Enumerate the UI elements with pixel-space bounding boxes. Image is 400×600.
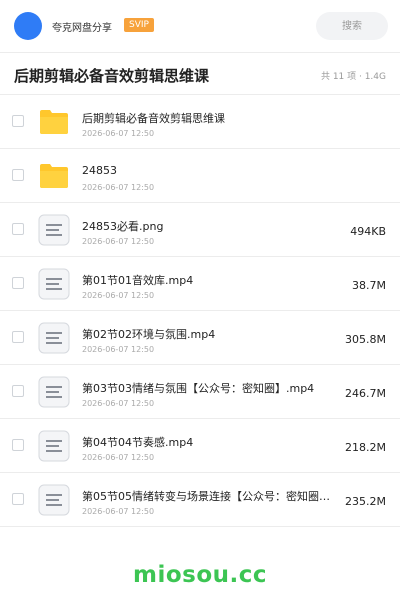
file-row[interactable]: 第04节04节奏感.mp4 2026-06-07 12:50 218.2M (0, 419, 400, 473)
file-name: 第02节02环境与氛围.mp4 (82, 328, 216, 341)
file-icon (38, 376, 70, 408)
file-row[interactable]: 24853 2026-06-07 12:50 (0, 149, 400, 203)
folder-icon (38, 160, 70, 192)
file-size: 494KB (350, 225, 386, 238)
file-icon (38, 214, 70, 246)
sharer-name: 夸克网盘分享 (52, 23, 112, 34)
file-size: 246.7M (345, 387, 386, 400)
file-icon (38, 430, 70, 462)
row-checkbox[interactable] (12, 493, 24, 505)
file-name: 第03节03情绪与氛围【公众号：密知圈】.mp4 (82, 382, 315, 395)
file-name: 24853必看.png (82, 220, 164, 233)
file-row[interactable]: 后期剪辑必备音效剪辑思维课 2026-06-07 12:50 (0, 95, 400, 149)
file-name: 第05节05情绪转变与场景连接【公众号：密知圈】.mp4 (82, 490, 332, 503)
file-size: 38.7M (352, 279, 386, 292)
file-date: 2026-06-07 12:50 (82, 183, 155, 192)
file-date: 2026-06-07 12:50 (82, 399, 155, 408)
file-size: 218.2M (345, 441, 386, 454)
watermark-text: miosou.cc (132, 562, 268, 588)
svip-badge: SVIP (124, 18, 154, 32)
file-row[interactable]: 第01节01音效库.mp4 2026-06-07 12:50 38.7M (0, 257, 400, 311)
file-name: 后期剪辑必备音效剪辑思维课 (82, 112, 225, 125)
file-date: 2026-06-07 12:50 (82, 345, 155, 354)
row-checkbox[interactable] (12, 439, 24, 451)
file-date: 2026-06-07 12:50 (82, 453, 155, 462)
file-icon (38, 322, 70, 354)
page-title: 后期剪辑必备音效剪辑思维课 (14, 67, 210, 85)
row-checkbox[interactable] (12, 277, 24, 289)
folder-meta: 共 11 项 · 1.4G (320, 72, 386, 82)
file-date: 2026-06-07 12:50 (82, 291, 155, 300)
file-list: 后期剪辑必备音效剪辑思维课 2026-06-07 12:50 24853 2026-0… (0, 95, 400, 527)
file-name: 第01节01音效库.mp4 (82, 274, 194, 287)
file-row[interactable]: 24853必看.png 2026-06-07 12:50 494KB (0, 203, 400, 257)
folder-header: 后期剪辑必备音效剪辑思维课 共 11 项 · 1.4G (0, 52, 400, 95)
row-checkbox[interactable] (12, 223, 24, 235)
file-name: 第04节04节奏感.mp4 (82, 436, 194, 449)
file-date: 2026-06-07 12:50 (82, 129, 155, 138)
file-row[interactable]: 第03节03情绪与氛围【公众号：密知圈】.mp4 2026-06-07 12:50… (0, 365, 400, 419)
file-icon (38, 484, 70, 516)
file-size: 305.8M (345, 333, 386, 346)
folder-icon (38, 106, 70, 138)
row-checkbox[interactable] (12, 115, 24, 127)
top-bar: 夸克网盘分享 SVIP (0, 0, 400, 53)
file-row[interactable]: 第05节05情绪转变与场景连接【公众号：密知圈】.mp4 2026-06-07 1… (0, 473, 400, 527)
file-date: 2026-06-07 12:50 (82, 237, 155, 246)
file-name: 24853 (82, 164, 117, 177)
file-row[interactable]: 第02节02环境与氛围.mp4 2026-06-07 12:50 305.8M (0, 311, 400, 365)
row-checkbox[interactable] (12, 385, 24, 397)
avatar[interactable] (14, 12, 42, 40)
search-input[interactable] (316, 12, 388, 40)
file-date: 2026-06-07 12:50 (82, 507, 155, 516)
file-size: 235.2M (345, 495, 386, 508)
file-icon (38, 268, 70, 300)
row-checkbox[interactable] (12, 169, 24, 181)
row-checkbox[interactable] (12, 331, 24, 343)
